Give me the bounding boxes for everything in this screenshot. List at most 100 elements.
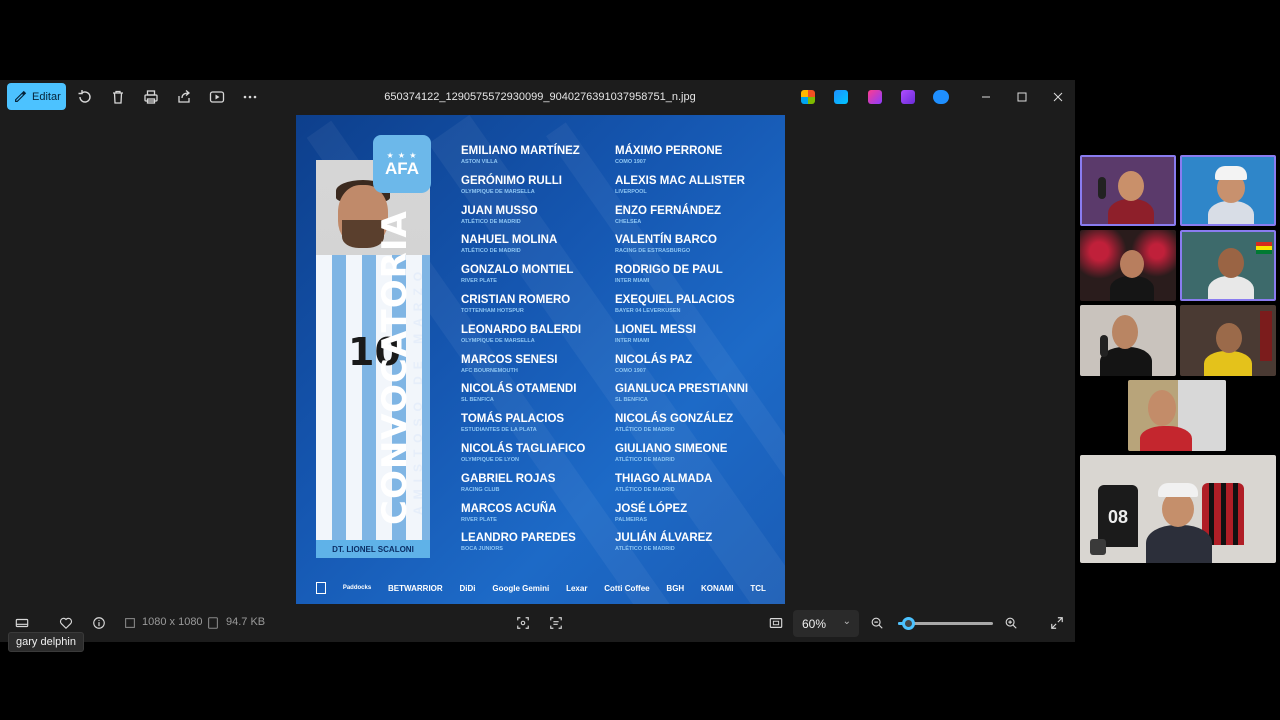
player-entry: NAHUEL MOLINA ATLÉTICO DE MADRID	[461, 234, 585, 264]
edit-label: Editar	[32, 90, 61, 103]
zoom-in-icon[interactable]	[1003, 615, 1019, 631]
player-club: ATLÉTICO DE MADRID	[615, 427, 675, 434]
player-club: RACING CLUB	[461, 486, 500, 493]
player-club: ATLÉTICO DE MADRID	[461, 218, 521, 225]
text-scan-icon[interactable]	[548, 615, 564, 631]
player-club: ESTUDIANTES DE LA PLATA	[461, 427, 537, 434]
participant-tile-6[interactable]	[1180, 305, 1276, 376]
player-entry: JUAN MUSSO ATLÉTICO DE MADRID	[461, 205, 585, 235]
maximize-icon[interactable]	[1013, 88, 1031, 106]
player-entry: LIONEL MESSI INTER MIAMI	[615, 324, 748, 354]
share-icon[interactable]	[175, 88, 193, 106]
clipchamp-icon[interactable]	[868, 90, 882, 104]
fit-to-window-icon[interactable]	[768, 615, 784, 631]
sponsor-logo: BETWARRIOR	[388, 583, 443, 593]
player-entry: JULIÁN ÁLVAREZ ATLÉTICO DE MADRID	[615, 532, 748, 562]
player-name: VALENTÍN BARCO	[615, 234, 718, 247]
player-club: SL BENFICA	[615, 397, 648, 404]
player-club: CHELSEA	[615, 218, 642, 225]
poster-title: CONVOCATORIA	[375, 210, 415, 525]
participant-tile-2[interactable]	[1180, 155, 1276, 226]
rotate-icon[interactable]	[76, 88, 94, 106]
player-entry: RODRIGO DE PAUL INTER MIAMI	[615, 264, 748, 294]
file-size: 94.7 KB	[226, 616, 266, 628]
player-entry: TOMÁS PALACIOS ESTUDIANTES DE LA PLATA	[461, 413, 585, 443]
dimensions-icon	[122, 615, 138, 631]
zoom-out-icon[interactable]	[869, 615, 885, 631]
player-club: RACING DE ESTRASBURGO	[615, 248, 691, 255]
onedrive-icon[interactable]	[933, 90, 949, 104]
player-entry: MARCOS ACUÑA RIVER PLATE	[461, 503, 585, 533]
coach-label: DT. LIONEL SCALONI	[316, 540, 430, 558]
close-icon[interactable]	[1049, 88, 1067, 106]
designer-icon[interactable]	[834, 90, 848, 104]
player-club: OLYMPIQUE DE MARSELLA	[461, 337, 535, 344]
player-club: LIVERPOOL	[615, 188, 647, 195]
zoom-level-dropdown[interactable]: 60% ⌄	[793, 610, 859, 637]
player-list-right: MÁXIMO PERRONE COMO 1907 ALEXIS MAC ALLIST…	[615, 145, 748, 562]
player-name: JUAN MUSSO	[461, 204, 538, 217]
sponsor-logo: TCL	[750, 583, 766, 593]
player-entry: NICOLÁS TAGLIAFICO OLYMPIQUE DE LYON	[461, 443, 585, 473]
player-entry: JOSÉ LÓPEZ PALMEIRAS	[615, 503, 748, 533]
player-name: EMILIANO MARTÍNEZ	[461, 145, 580, 157]
favorite-icon[interactable]	[58, 615, 74, 631]
participant-tile-1[interactable]	[1080, 155, 1176, 226]
player-entry: MÁXIMO PERRONE COMO 1907	[615, 145, 748, 175]
player-name: GABRIEL ROJAS	[461, 472, 556, 485]
player-club: SL BENFICA	[461, 397, 494, 404]
filmstrip-icon[interactable]	[14, 615, 30, 631]
zoom-level: 60%	[802, 616, 827, 631]
player-club: COMO 1907	[615, 159, 646, 165]
federation-label: AFA	[385, 158, 419, 178]
sponsor-logo: KONAMI	[701, 583, 734, 593]
slideshow-icon[interactable]	[208, 88, 226, 106]
zoom-slider-thumb[interactable]	[901, 617, 915, 630]
player-name: LIONEL MESSI	[615, 323, 696, 336]
delete-icon[interactable]	[109, 88, 127, 106]
sponsor-logo: Paddocks	[342, 585, 372, 591]
sponsor-strip: Paddocks BETWARRIOR DiDi Google Gemini Lexar…	[316, 581, 766, 595]
player-entry: ENZO FERNÁNDEZ CHELSEA	[615, 205, 748, 235]
print-icon[interactable]	[142, 88, 160, 106]
bottom-bar: 1080 x 1080 94.7 KB 60% ⌄	[0, 608, 1075, 638]
afa-logo-icon	[316, 582, 326, 594]
sponsor-logo: Cotti Coffee	[604, 583, 650, 593]
displayed-image[interactable]: 10 ★ ★ ★ AFA CONVOCATORIA AMISTOSO DE MA…	[296, 115, 785, 604]
player-entry: NICOLÁS GONZÁLEZ ATLÉTICO DE MADRID	[615, 413, 748, 443]
player-club: INTER MIAMI	[615, 337, 650, 344]
player-entry: GIANLUCA PRESTIANNI SL BENFICA	[615, 383, 748, 413]
player-entry: NICOLÁS PAZ COMO 1907	[615, 354, 748, 384]
edit-button[interactable]: Editar	[7, 83, 66, 110]
player-name: ENZO FERNÁNDEZ	[615, 204, 722, 217]
player-name: EXEQUIEL PALACIOS	[615, 293, 735, 306]
participant-tile-3[interactable]	[1080, 230, 1176, 301]
player-name: GIULIANO SIMEONE	[615, 442, 728, 455]
player-entry: CRISTIAN ROMERO TOTTENHAM HOTSPUR	[461, 294, 585, 324]
player-entry: LEONARDO BALERDI OLYMPIQUE DE MARSELLA	[461, 324, 585, 354]
player-entry: GABRIEL ROJAS RACING CLUB	[461, 473, 585, 503]
player-name: GONZALO MONTIEL	[461, 264, 574, 277]
photos-app-icon[interactable]	[901, 90, 915, 104]
player-club: RIVER PLATE	[461, 278, 497, 285]
player-entry: EMILIANO MARTÍNEZ ASTON VILLA	[461, 145, 585, 175]
fullscreen-icon[interactable]	[1049, 615, 1065, 631]
player-entry: LEANDRO PAREDES BOCA JUNIORS	[461, 532, 585, 562]
info-icon[interactable]	[91, 615, 107, 631]
player-entry: GIULIANO SIMEONE ATLÉTICO DE MADRID	[615, 443, 748, 473]
player-name: JULIÁN ÁLVAREZ	[615, 532, 713, 545]
minimize-icon[interactable]	[977, 88, 995, 106]
player-name: NAHUEL MOLINA	[461, 234, 558, 247]
participant-tile-8[interactable]: 08	[1080, 455, 1276, 563]
copilot-icon[interactable]	[801, 90, 815, 104]
player-club: OLYMPIQUE DE LYON	[461, 456, 519, 463]
participant-tile-7[interactable]	[1128, 380, 1226, 451]
sponsor-logo: Google Gemini	[492, 583, 550, 593]
player-club: ATLÉTICO DE MADRID	[615, 486, 675, 493]
more-options-icon[interactable]	[241, 88, 259, 106]
player-name: GIANLUCA PRESTIANNI	[615, 383, 749, 396]
participant-tile-5[interactable]	[1080, 305, 1176, 376]
participant-tile-4[interactable]	[1180, 230, 1276, 301]
player-name: TOMÁS PALACIOS	[461, 413, 565, 426]
crop-select-icon[interactable]	[515, 615, 531, 631]
